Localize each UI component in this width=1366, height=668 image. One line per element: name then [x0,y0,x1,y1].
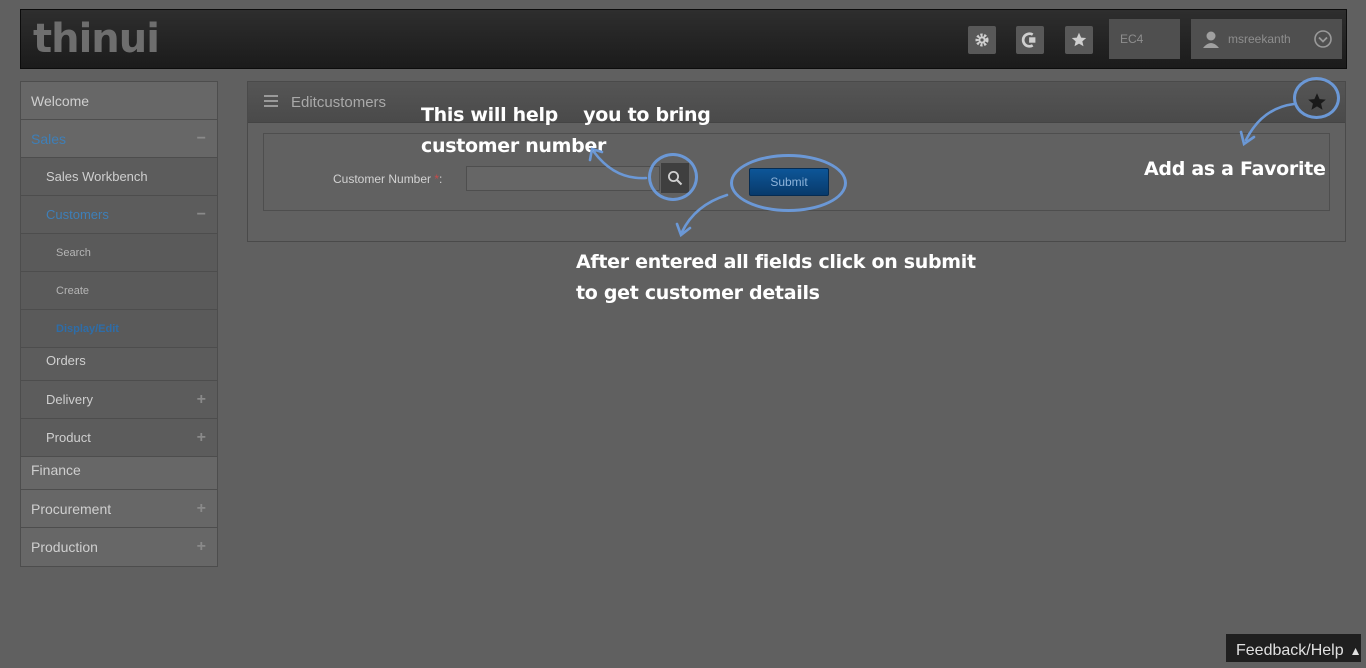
sidebar-item-label: Create [56,285,90,297]
label-colon: : [439,172,443,186]
chevron-down-icon[interactable] [1313,29,1333,49]
sidebar-item-product[interactable]: Product + [21,419,217,457]
sidebar-item-label: Product [46,430,91,445]
sidebar-item-finance[interactable]: Finance [21,457,217,490]
customer-number-label: Customer Number *: [333,172,442,186]
collapse-icon[interactable]: − [197,196,206,234]
transaction-button[interactable] [1016,26,1044,54]
favorites-button[interactable] [1065,26,1093,54]
annotation-line: customer number [421,135,607,157]
panel-header: Editcustomers [248,82,1345,123]
menu-icon[interactable] [264,94,278,108]
search-icon [668,171,683,186]
user-menu[interactable]: msreekanth [1191,19,1342,59]
sidebar-item-sales[interactable]: Sales − [21,120,217,158]
submit-button[interactable]: Submit [749,168,829,196]
expand-icon[interactable]: + [197,528,206,566]
sidebar-item-label: Display/Edit [56,323,119,335]
expand-icon[interactable]: + [197,381,206,419]
settings-icon [975,33,989,47]
username: msreekanth [1228,32,1291,46]
sidebar-item-label: Search [56,247,91,259]
sidebar-item-label: Finance [31,462,81,478]
annotation-line: After entered all fields click on submit [576,251,976,273]
transaction-icon [1021,32,1036,48]
expand-up-icon: ▲ [1349,644,1362,658]
collapse-icon[interactable]: − [197,120,206,158]
annotation-line: This will help you to bring [421,104,711,126]
client-indicator: EC4 [1109,19,1180,59]
sidebar-item-label: Delivery [46,392,93,407]
favorite-help-annotation: Add as a Favorite [1144,158,1326,180]
customer-number-input[interactable] [466,166,660,191]
label-text: Customer Number [333,172,432,186]
settings-button[interactable] [968,26,996,54]
app-logo: thinui [33,16,160,62]
star-icon[interactable] [1306,91,1328,113]
customer-search-button[interactable] [661,163,689,193]
sidebar-item-label: Welcome [31,93,90,109]
sidebar-nav: Welcome Sales − Sales Workbench Customer… [20,81,218,567]
sidebar-item-orders[interactable]: Orders [21,348,217,381]
expand-icon[interactable]: + [197,419,206,457]
favorites-icon [1071,32,1087,47]
sidebar-item-sales-workbench[interactable]: Sales Workbench [21,158,217,196]
sidebar-item-delivery[interactable]: Delivery + [21,381,217,419]
page-title: Editcustomers [291,94,387,111]
sidebar-item-production[interactable]: Production + [21,528,217,566]
feedback-help-tab[interactable]: Feedback/Help ▲ [1226,634,1362,662]
annotation-line: to get customer details [576,282,820,304]
expand-icon[interactable]: + [197,490,206,528]
sidebar-item-search[interactable]: Search [21,234,217,272]
sidebar-item-display-edit[interactable]: Display/Edit [21,310,217,348]
sidebar-item-label: Procurement [31,501,112,517]
sidebar-item-label: Sales Workbench [46,169,148,184]
search-help-annotation: This will help you to bring customer num… [421,100,711,162]
sidebar-item-label: Sales [31,131,67,147]
submit-help-annotation: After entered all fields click on submit… [576,247,976,309]
feedback-label: Feedback/Help [1236,642,1344,659]
sidebar-item-label: Production [31,539,98,555]
user-icon [1203,31,1219,48]
sidebar-item-welcome[interactable]: Welcome [21,82,217,120]
sidebar-item-customers[interactable]: Customers − [21,196,217,234]
sidebar-item-create[interactable]: Create [21,272,217,310]
top-header: thinui EC4 msreekanth [20,9,1347,69]
sidebar-item-label: Customers [46,207,109,222]
sidebar-item-procurement[interactable]: Procurement + [21,490,217,528]
sidebar-item-label: Orders [46,353,86,368]
